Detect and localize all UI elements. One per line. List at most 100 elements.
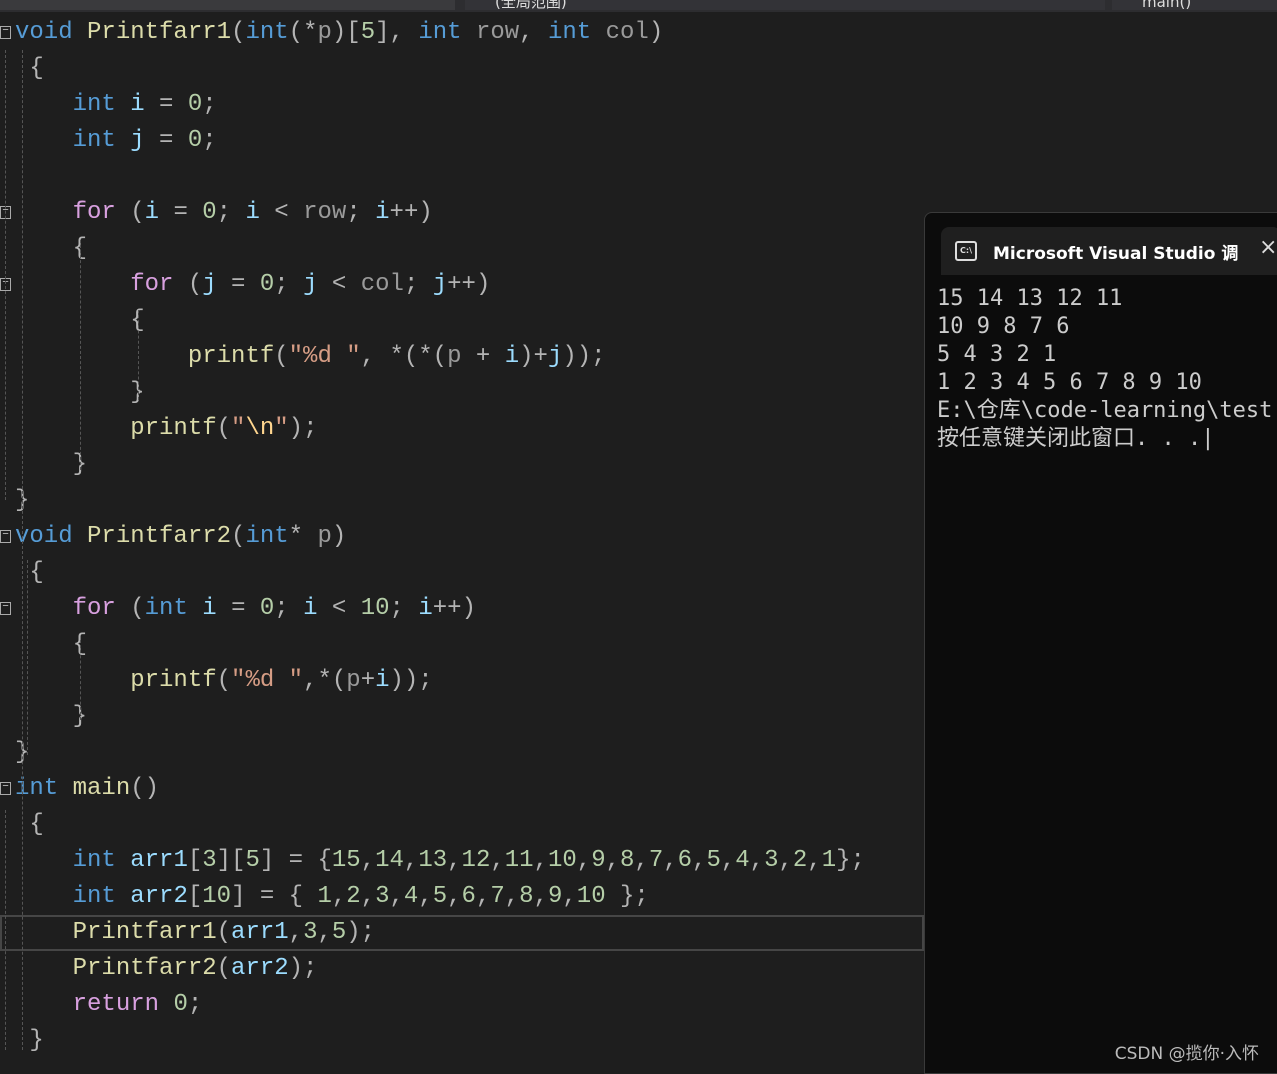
project-dropdown[interactable] <box>0 0 455 10</box>
code-token: main <box>72 775 131 802</box>
scope-dropdown[interactable]: (全局范围) <box>465 0 1105 10</box>
code-line[interactable]: int arr2[10] = { 1,2,3,4,5,6,7,8,9,10 }; <box>0 879 924 915</box>
code-line[interactable]: − void Printfarr1(int(*p)[5], int row, in… <box>0 15 924 51</box>
code-token: i <box>130 91 145 118</box>
collapse-icon[interactable]: − <box>0 26 11 39</box>
code-token: arr2 <box>231 955 289 982</box>
code-line[interactable]: − for (i = 0; i < row; i++) <box>0 195 924 231</box>
indent-guide <box>80 640 81 720</box>
code-line[interactable]: printf("\n"); <box>0 411 924 447</box>
code-line[interactable]: } <box>0 1023 924 1059</box>
code-token: i <box>504 343 520 370</box>
code-token: , <box>447 847 462 874</box>
code-token: ][ <box>216 847 246 874</box>
terminal-icon: C:\ <box>955 241 977 261</box>
code-token: 13 <box>418 847 448 874</box>
code-line[interactable]: int arr1[3][5] = {15,14,13,12,11,10,9,8,… <box>0 843 924 879</box>
code-token: ; <box>187 991 203 1018</box>
code-line[interactable]: { <box>0 51 924 87</box>
code-token: 0 <box>187 127 203 154</box>
code-token: (* <box>288 19 318 46</box>
code-line[interactable]: { <box>0 627 924 663</box>
code-line[interactable]: return 0; <box>0 987 924 1023</box>
code-line[interactable]: } <box>0 735 924 771</box>
console-window[interactable]: C:\ Microsoft Visual Studio 调试控制台 × 15 1… <box>924 212 1277 1074</box>
scope-label: (全局范围) <box>495 0 567 10</box>
code-line[interactable]: { <box>0 231 924 267</box>
indent-guide <box>5 50 6 500</box>
code-token: for <box>72 199 116 226</box>
code-line[interactable]: − void Printfarr2(int* p) <box>0 519 924 555</box>
code-line[interactable]: int j = 0; <box>0 123 924 159</box>
code-token: int <box>72 91 116 118</box>
code-token: void <box>15 523 73 550</box>
code-token: ; <box>202 127 217 154</box>
code-token: Printfarr2 <box>72 955 217 982</box>
code-line[interactable]: − int main() <box>0 771 924 807</box>
code-token: i <box>303 595 318 622</box>
code-token: 6 <box>461 883 476 910</box>
code-token: () <box>130 775 160 802</box>
code-token: )); <box>562 343 606 370</box>
code-token: ] = { <box>259 847 332 874</box>
code-token: j <box>202 271 217 298</box>
collapse-icon[interactable]: − <box>0 602 11 615</box>
code-token: 5 <box>245 847 260 874</box>
collapse-icon[interactable]: − <box>0 530 11 543</box>
code-line[interactable]: − for (j = 0; j < col; j++) <box>0 267 924 303</box>
code-line[interactable]: { <box>0 555 924 591</box>
code-token: , <box>504 883 520 910</box>
code-token: , <box>778 847 793 874</box>
code-line[interactable]: Printfarr2(arr2); <box>0 951 924 987</box>
code-token: " <box>231 415 246 442</box>
indent-guide <box>138 310 139 400</box>
code-line[interactable]: − for (int i = 0; i < 10; i++) <box>0 591 924 627</box>
code-editor[interactable]: − void Printfarr1(int(*p)[5], int row, in… <box>0 15 924 1059</box>
code-token: arr1 <box>231 919 289 946</box>
code-token: p <box>447 343 462 370</box>
code-token: col <box>360 271 404 298</box>
code-line[interactable]: } <box>0 483 924 519</box>
code-token: printf <box>130 667 217 694</box>
code-token: p <box>317 523 332 550</box>
code-line[interactable]: } <box>0 699 924 735</box>
code-token: )); <box>389 667 433 694</box>
code-line[interactable]: { <box>0 807 924 843</box>
code-token: ], <box>375 19 419 46</box>
code-token: int <box>144 595 188 622</box>
code-token: , <box>533 883 548 910</box>
code-line-current[interactable]: Printfarr1(arr1,3,5); <box>0 915 924 951</box>
code-token: ; <box>403 271 433 298</box>
code-token: 4 <box>735 847 750 874</box>
code-token: ( <box>115 199 145 226</box>
function-dropdown[interactable]: main() <box>1112 0 1277 10</box>
console-tab[interactable]: C:\ Microsoft Visual Studio 调试控制台 × <box>941 227 1277 275</box>
code-token: )+ <box>519 343 548 370</box>
code-token: ; <box>389 595 419 622</box>
code-token: " <box>274 415 289 442</box>
code-line[interactable]: } <box>0 447 924 483</box>
code-token: , <box>807 847 822 874</box>
code-token: 0 <box>259 271 275 298</box>
code-token: , <box>331 883 347 910</box>
code-line[interactable]: int i = 0; <box>0 87 924 123</box>
collapse-icon[interactable]: − <box>0 782 11 795</box>
code-line[interactable]: printf("%d ",*(p+i)); <box>0 663 924 699</box>
code-token: , <box>317 919 332 946</box>
code-line[interactable] <box>0 159 924 195</box>
code-token: ; <box>274 595 304 622</box>
close-icon[interactable]: × <box>1259 235 1277 260</box>
code-token: < <box>317 595 361 622</box>
code-token: ); <box>346 919 376 946</box>
console-line: E:\仓库\code-learning\test <box>937 398 1273 423</box>
